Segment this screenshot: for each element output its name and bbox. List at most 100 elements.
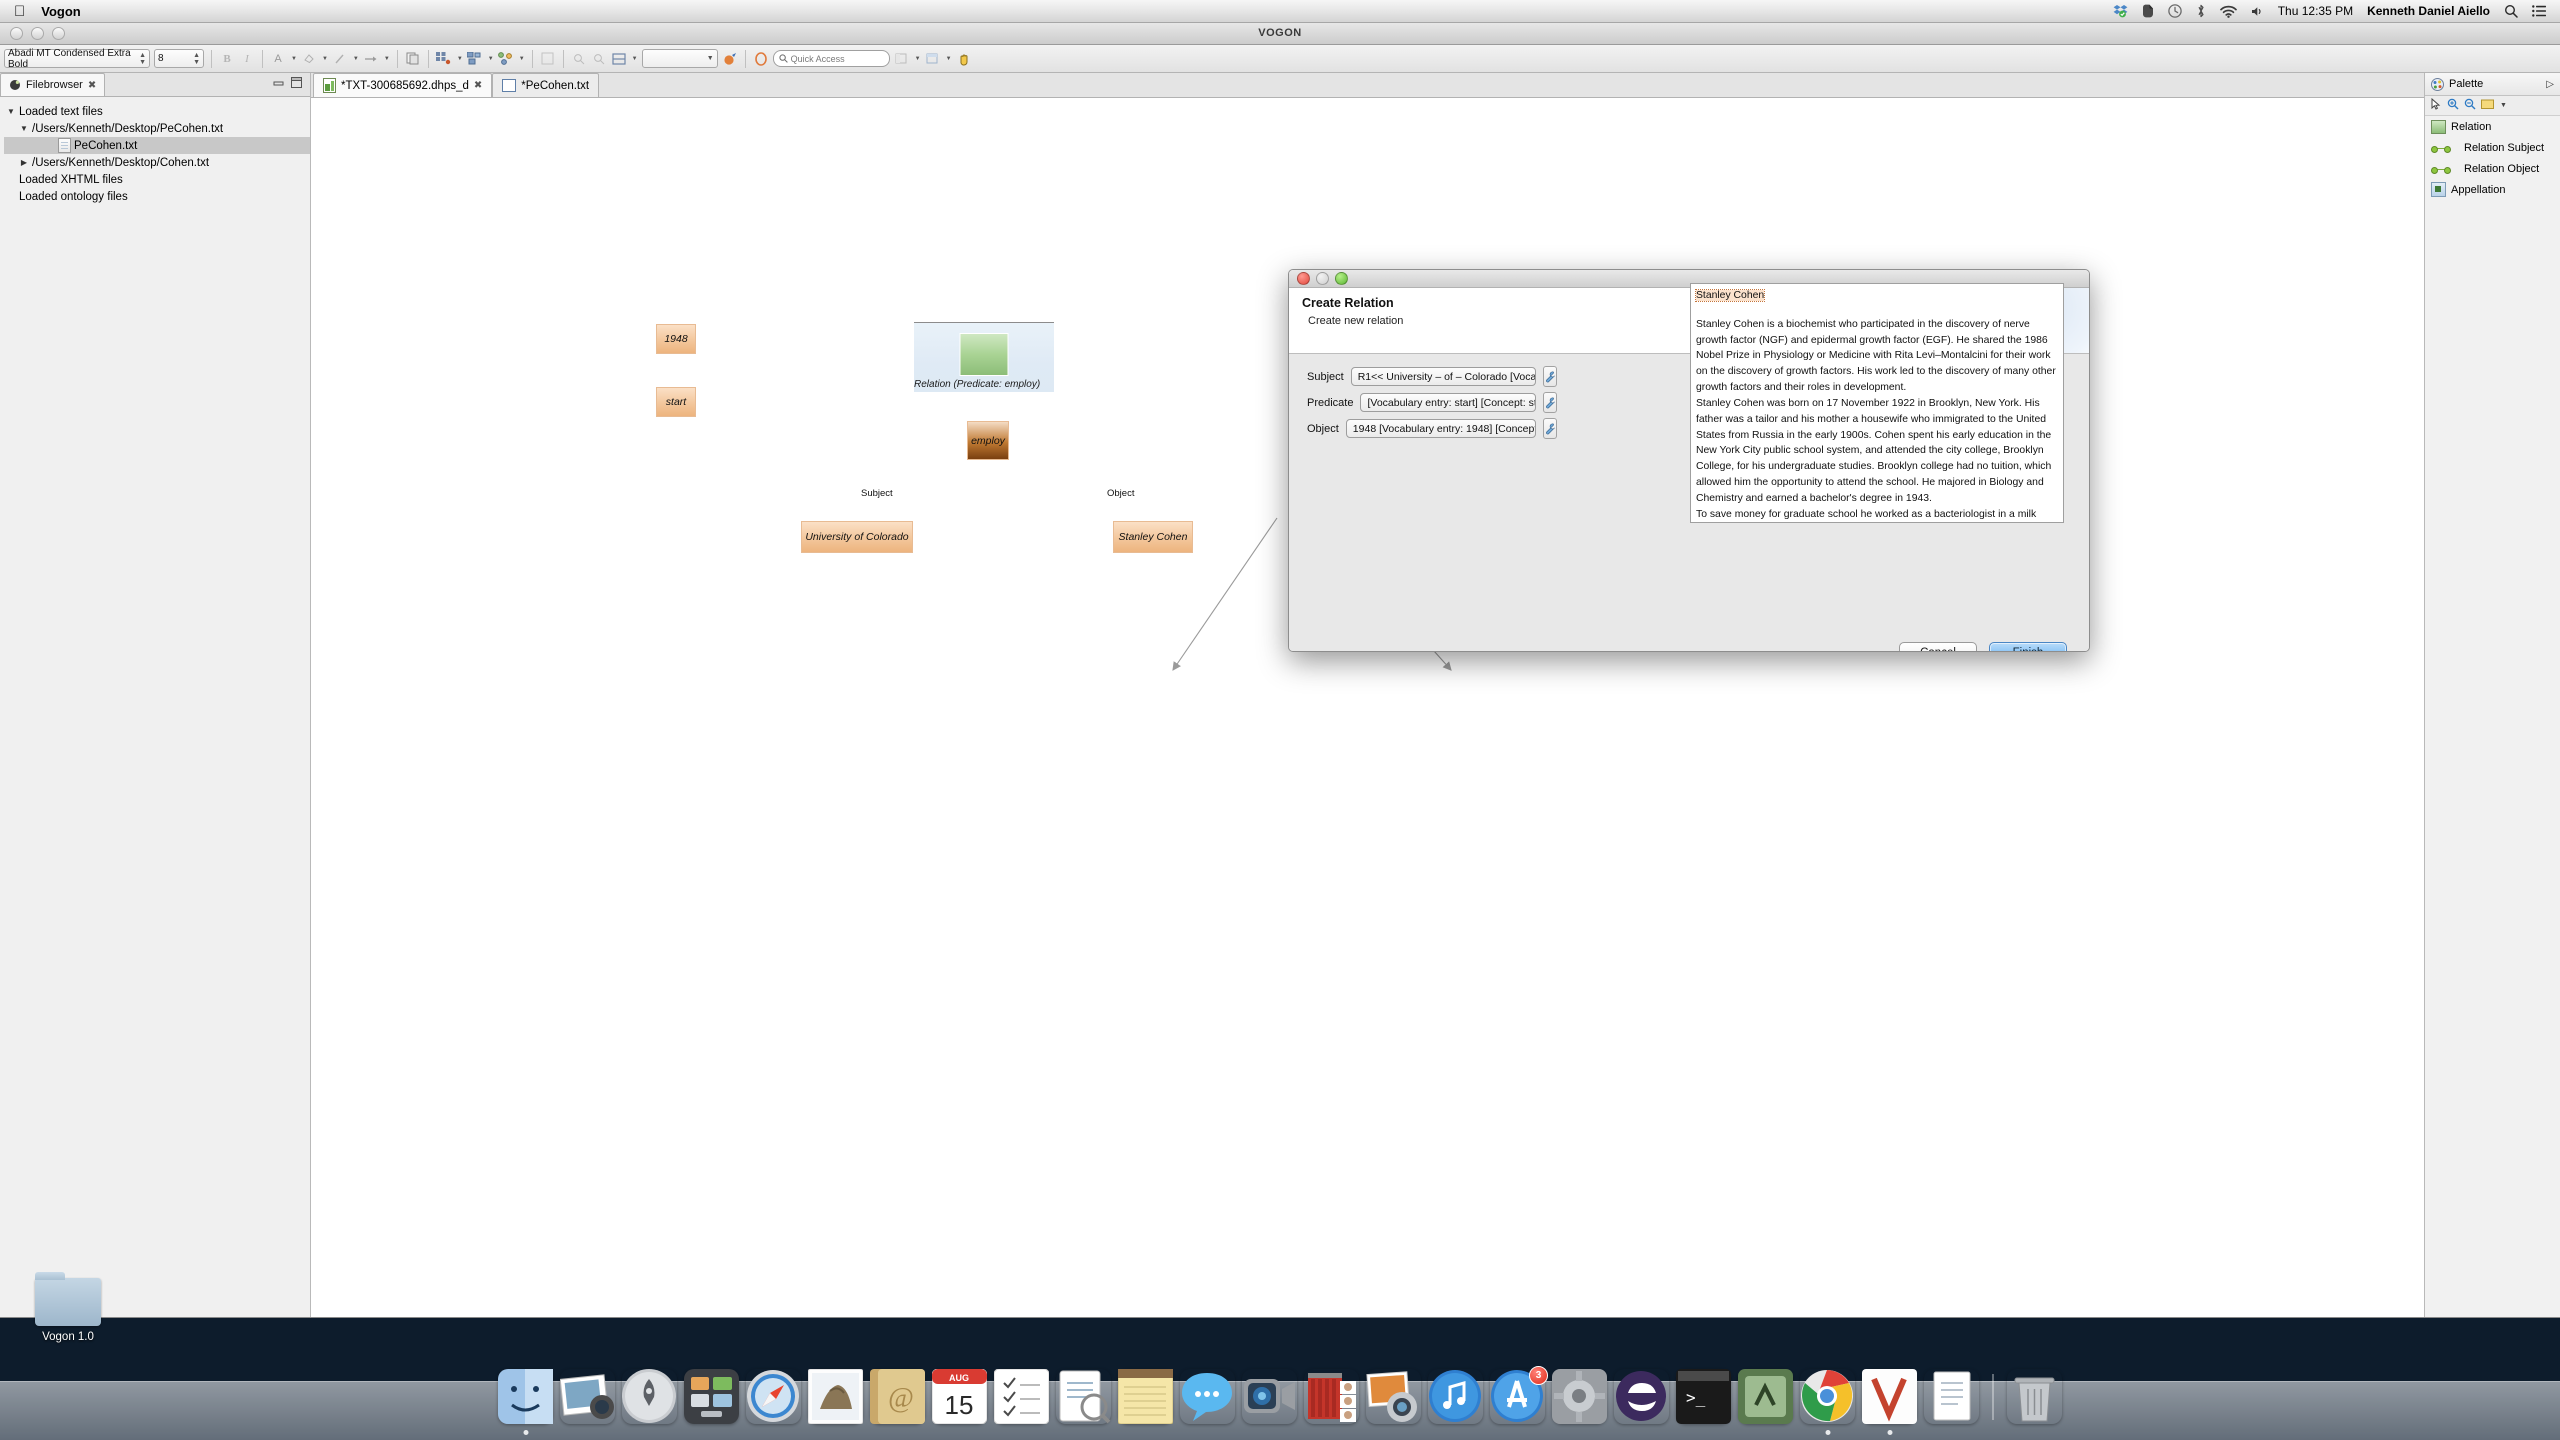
dock-item-mission-control[interactable] bbox=[684, 1369, 739, 1424]
timemachine-icon[interactable] bbox=[2167, 4, 2182, 18]
dock-item-documents-stack[interactable] bbox=[1924, 1369, 1979, 1424]
chevron-down-icon[interactable]: ▼ bbox=[946, 56, 952, 62]
italic-button[interactable]: I bbox=[239, 50, 255, 67]
palette-item-relation-object[interactable]: Relation Object bbox=[2425, 158, 2560, 179]
ellipse-tool-icon[interactable] bbox=[753, 50, 769, 67]
palette-item-relation-subject[interactable]: Relation Subject bbox=[2425, 137, 2560, 158]
close-button[interactable] bbox=[10, 26, 23, 40]
zoom-in-icon[interactable] bbox=[571, 50, 587, 67]
palette-item-appellation[interactable]: Appellation bbox=[2425, 179, 2560, 200]
zoom-out-icon[interactable] bbox=[591, 50, 607, 67]
twisty-expanded-icon[interactable]: ▼ bbox=[6, 107, 16, 116]
chevron-down-icon[interactable]: ▼ bbox=[457, 56, 463, 62]
font-family-combo[interactable]: Abadi MT Condensed Extra Bold ▲ ▼ bbox=[4, 48, 150, 70]
dock-item-launchpad[interactable] bbox=[622, 1369, 677, 1424]
palette-item-relation[interactable]: Relation bbox=[2425, 116, 2560, 137]
dock-item-textmate[interactable] bbox=[1738, 1369, 1793, 1424]
subject-select[interactable]: R1<< University – of – Colorado [Vocabul… bbox=[1350, 367, 1536, 386]
fit-page-icon[interactable] bbox=[611, 50, 627, 67]
apple-icon[interactable]:  bbox=[14, 4, 25, 19]
tree-item[interactable]: ▼/Users/Kenneth/Desktop/PeCohen.txt bbox=[4, 120, 310, 137]
font-size-combo[interactable]: 8 ▲ ▼ bbox=[154, 49, 204, 68]
chevron-down-icon[interactable]: ▼ bbox=[2500, 102, 2507, 109]
dock-item-app-store[interactable]: 3 bbox=[1490, 1366, 1548, 1424]
node-stanley-cohen[interactable]: Stanley Cohen bbox=[1113, 521, 1193, 553]
dock-item-facetime[interactable] bbox=[1242, 1369, 1297, 1424]
node-1948[interactable]: 1948 bbox=[656, 324, 696, 354]
run-icon[interactable] bbox=[722, 50, 738, 67]
node-start[interactable]: start bbox=[656, 387, 696, 417]
dock-item-chrome[interactable] bbox=[1800, 1369, 1855, 1435]
select-tool-icon[interactable] bbox=[2430, 97, 2442, 113]
twisty-expanded-icon[interactable]: ▼ bbox=[19, 124, 29, 133]
minimize-view-icon[interactable] bbox=[273, 78, 284, 87]
dialog-zoom-button[interactable] bbox=[1335, 272, 1348, 285]
font-color-icon[interactable]: A bbox=[270, 50, 286, 67]
tree-item[interactable]: Loaded XHTML files bbox=[4, 171, 310, 188]
menubar-clock[interactable]: Thu 12:35 PM bbox=[2278, 4, 2353, 18]
dropbox-icon[interactable] bbox=[2113, 4, 2128, 18]
chevron-down-icon[interactable]: ▼ bbox=[915, 56, 921, 62]
chevron-down-icon[interactable]: ▼ bbox=[353, 56, 359, 62]
tree-item[interactable]: ▼ Loaded text files bbox=[4, 103, 310, 120]
chevron-down-icon[interactable]: ▼ bbox=[488, 56, 494, 62]
copy-format-icon[interactable] bbox=[405, 50, 421, 67]
dock-item-preview[interactable] bbox=[1056, 1369, 1111, 1424]
dock-item-eclipse[interactable] bbox=[1614, 1369, 1669, 1424]
dock-item-contacts[interactable]: @ bbox=[870, 1369, 925, 1424]
tree-item[interactable]: ▶/Users/Kenneth/Desktop/Cohen.txt bbox=[4, 154, 310, 171]
chevron-down-icon[interactable]: ▼ bbox=[632, 56, 638, 62]
chevron-down-icon[interactable]: ▼ bbox=[322, 56, 328, 62]
menubar-app-name[interactable]: Vogon bbox=[41, 4, 80, 19]
close-icon[interactable]: ✖ bbox=[474, 80, 482, 91]
dialog-minimize-button[interactable] bbox=[1316, 272, 1329, 285]
zoom-level-combo[interactable]: ▼ bbox=[641, 49, 718, 68]
dock-item-safari[interactable] bbox=[746, 1369, 801, 1424]
dock-item-messages[interactable] bbox=[1180, 1369, 1235, 1424]
evernote-icon[interactable] bbox=[2142, 4, 2154, 18]
zoom-in-tool-icon[interactable] bbox=[2447, 98, 2459, 113]
distribute-nodes-icon[interactable] bbox=[498, 50, 514, 67]
dock-item-itunes[interactable] bbox=[1428, 1369, 1483, 1424]
open-perspective-icon[interactable] bbox=[894, 50, 910, 67]
align-nodes-icon[interactable] bbox=[467, 50, 483, 67]
close-icon[interactable]: ✖ bbox=[88, 80, 96, 91]
editor-tab-2[interactable]: *PeCohen.txt bbox=[492, 73, 600, 97]
source-text-pane[interactable]: Stanley Cohen Stanley Cohen is a biochem… bbox=[1690, 283, 2064, 523]
quick-access-search[interactable]: Quick Access bbox=[772, 50, 890, 67]
note-tool-icon[interactable] bbox=[2481, 99, 2495, 113]
wrench-icon[interactable] bbox=[1543, 418, 1557, 439]
tree-item[interactable]: Loaded ontology files bbox=[4, 188, 310, 205]
spotlight-search-icon[interactable] bbox=[2504, 4, 2518, 18]
dock-item-notes[interactable] bbox=[1117, 1368, 1174, 1425]
volume-icon[interactable] bbox=[2251, 5, 2264, 18]
twisty-collapsed-icon[interactable]: ▶ bbox=[19, 158, 29, 167]
bold-button[interactable]: B bbox=[219, 50, 235, 67]
dock-item-iphoto[interactable] bbox=[1366, 1369, 1421, 1424]
node-university-of-colorado[interactable]: University of Colorado bbox=[801, 521, 913, 553]
tree-item[interactable]: PeCohen.txt bbox=[4, 137, 310, 154]
minimize-button[interactable] bbox=[31, 26, 44, 40]
dock-item-reminders[interactable] bbox=[993, 1368, 1050, 1425]
dock-item-calendar[interactable]: AUG 15 bbox=[931, 1368, 988, 1425]
dock-item-mail[interactable] bbox=[807, 1368, 864, 1425]
wifi-icon[interactable] bbox=[2219, 5, 2237, 18]
wrench-icon[interactable] bbox=[1543, 366, 1557, 387]
highlighted-title[interactable]: Stanley Cohen bbox=[1694, 289, 1766, 302]
dock-item-finder[interactable] bbox=[498, 1369, 553, 1435]
predicate-select[interactable]: [Vocabulary entry: start] [Concept: star… bbox=[1360, 393, 1536, 412]
dock-item-system-preferences[interactable] bbox=[1552, 1369, 1607, 1424]
perspective-switch-icon[interactable] bbox=[925, 50, 941, 67]
dock-item-terminal[interactable]: >_ bbox=[1676, 1369, 1731, 1424]
cancel-button[interactable]: Cancel bbox=[1899, 641, 1977, 651]
wrench-icon[interactable] bbox=[1543, 392, 1557, 413]
expand-palette-icon[interactable]: ▷ bbox=[2546, 79, 2554, 90]
tab-filebrowser[interactable]: Filebrowser ✖ bbox=[0, 73, 106, 96]
page-layout-icon[interactable] bbox=[540, 50, 556, 67]
line-color-icon[interactable] bbox=[332, 50, 348, 67]
dock-item-vogon[interactable] bbox=[1862, 1369, 1917, 1435]
chevron-down-icon[interactable]: ▼ bbox=[291, 56, 297, 62]
finish-button[interactable]: Finish bbox=[1989, 641, 2067, 651]
maximize-view-icon[interactable] bbox=[291, 77, 302, 88]
layout-grid-icon[interactable] bbox=[436, 50, 452, 67]
